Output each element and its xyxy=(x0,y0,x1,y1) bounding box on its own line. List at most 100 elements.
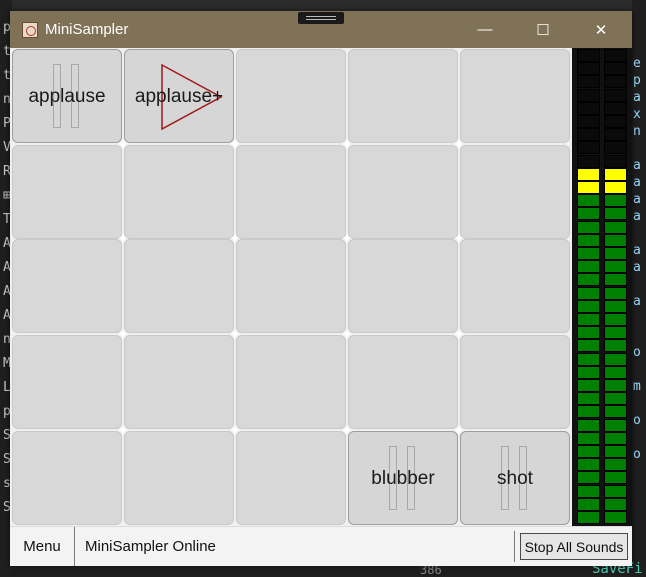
sample-pad[interactable] xyxy=(460,239,570,333)
background-editor-bottom: 386 SaveFi xyxy=(400,561,646,577)
app-icon xyxy=(22,22,38,38)
sample-pad[interactable] xyxy=(236,335,346,429)
vu-segment xyxy=(604,286,627,300)
sample-pad[interactable] xyxy=(460,145,570,239)
vu-segment xyxy=(604,471,627,485)
sample-pad[interactable]: applause xyxy=(12,49,122,143)
vu-segment xyxy=(577,49,600,62)
vu-segment xyxy=(604,484,627,498)
vu-segment xyxy=(604,418,627,432)
vu-segment xyxy=(577,418,600,432)
vu-segment xyxy=(604,75,627,89)
vu-segment xyxy=(577,207,600,221)
sample-pad[interactable] xyxy=(236,239,346,333)
background-code-char: m xyxy=(633,379,641,394)
vu-segment xyxy=(577,458,600,472)
sample-pad[interactable] xyxy=(124,145,234,239)
sample-pad[interactable] xyxy=(348,239,458,333)
snap-grip-icon[interactable] xyxy=(298,12,344,24)
pad-label: blubber xyxy=(371,468,435,489)
vu-segment xyxy=(604,220,627,234)
vu-segment xyxy=(604,313,627,326)
vu-segment xyxy=(604,88,627,102)
vu-segment xyxy=(577,273,600,287)
grid-sparkle-icon: ✦ xyxy=(453,230,465,246)
pad-area: applause applause+ blubber shot ✦ ✦ ✦ ✦ ✦ ✦ ✦ ✦ ✦ ✦ ✦… xyxy=(10,48,632,526)
sample-pad[interactable] xyxy=(124,335,234,429)
maximize-button[interactable]: ☐ xyxy=(514,11,572,48)
sample-pad[interactable] xyxy=(12,145,122,239)
sample-pad[interactable] xyxy=(236,145,346,239)
vu-segment xyxy=(577,286,600,300)
vu-segment xyxy=(577,339,600,353)
grid-sparkle-icon: ✦ xyxy=(229,230,241,246)
stop-all-sounds-button[interactable]: Stop All Sounds xyxy=(520,533,628,560)
vu-segment xyxy=(577,445,600,458)
background-code-char: a xyxy=(633,209,641,224)
pad-label: applause xyxy=(28,86,106,107)
vu-segment xyxy=(577,379,600,392)
background-code-char: n xyxy=(633,124,641,139)
sample-pad[interactable] xyxy=(236,49,346,143)
vu-segment xyxy=(604,299,627,313)
grid-sparkle-icon: ✦ xyxy=(453,326,465,342)
grid-sparkle-icon: ✦ xyxy=(117,230,129,246)
vu-segment xyxy=(577,233,600,247)
vu-segment xyxy=(604,339,627,353)
background-code-char: a xyxy=(633,175,641,190)
background-code-char: a xyxy=(633,243,641,258)
vu-segment xyxy=(577,365,600,379)
vu-segment xyxy=(577,352,600,366)
sample-pad[interactable] xyxy=(124,239,234,333)
background-code-char: a xyxy=(633,192,641,207)
vu-segment xyxy=(604,497,627,511)
vu-segment xyxy=(577,167,600,181)
title-bar[interactable]: MiniSampler — ☐ ✕ xyxy=(10,11,632,48)
vu-segment xyxy=(604,379,627,392)
background-code-char: a xyxy=(633,158,641,173)
sample-pad[interactable]: shot xyxy=(460,431,570,525)
vu-segment xyxy=(577,220,600,234)
vu-segment xyxy=(604,154,627,168)
background-code-char: o xyxy=(633,345,641,360)
grid-sparkle-icon: ✦ xyxy=(117,326,129,342)
grid-sparkle-icon: ✦ xyxy=(229,326,241,342)
close-button[interactable]: ✕ xyxy=(572,11,630,48)
minisampler-window: MiniSampler — ☐ ✕ applause applause+ blubb… xyxy=(10,11,632,566)
sample-pad[interactable]: applause+ xyxy=(124,49,234,143)
vu-segment xyxy=(604,365,627,379)
sample-pad[interactable] xyxy=(12,239,122,333)
vu-segment xyxy=(577,154,600,168)
sample-pad[interactable] xyxy=(12,431,122,525)
vu-segment xyxy=(577,299,600,313)
grid-sparkle-icon: ✦ xyxy=(341,136,353,152)
vu-segment xyxy=(604,273,627,287)
sample-pad[interactable] xyxy=(236,431,346,525)
grid-sparkle-icon: ✦ xyxy=(341,326,353,342)
vu-segment xyxy=(604,431,627,445)
vu-segment xyxy=(577,471,600,485)
sample-pad[interactable] xyxy=(460,335,570,429)
sample-pad[interactable] xyxy=(348,145,458,239)
vu-segment xyxy=(577,511,600,524)
sample-pad[interactable]: blubber xyxy=(348,431,458,525)
status-bar: Menu MiniSampler Online Stop All Sounds xyxy=(10,526,632,566)
sample-pad[interactable] xyxy=(348,49,458,143)
status-text: MiniSampler Online xyxy=(85,538,216,555)
vu-segment xyxy=(604,181,627,194)
background-code-char: a xyxy=(633,260,641,275)
background-editor-tabs xyxy=(0,0,646,11)
grid-sparkle-icon: ✦ xyxy=(117,422,129,438)
sample-pad[interactable] xyxy=(348,335,458,429)
sample-pad[interactable] xyxy=(460,49,570,143)
vu-segment xyxy=(604,352,627,366)
vu-segment xyxy=(604,233,627,247)
background-code-char: p xyxy=(633,73,641,88)
menu-button[interactable]: Menu xyxy=(10,527,75,566)
grid-sparkle-icon: ✦ xyxy=(453,422,465,438)
vu-segment xyxy=(604,62,627,76)
minimize-button[interactable]: — xyxy=(456,11,514,48)
sample-pad[interactable] xyxy=(12,335,122,429)
grid-sparkle-icon: ✦ xyxy=(229,422,241,438)
sample-pad[interactable] xyxy=(124,431,234,525)
